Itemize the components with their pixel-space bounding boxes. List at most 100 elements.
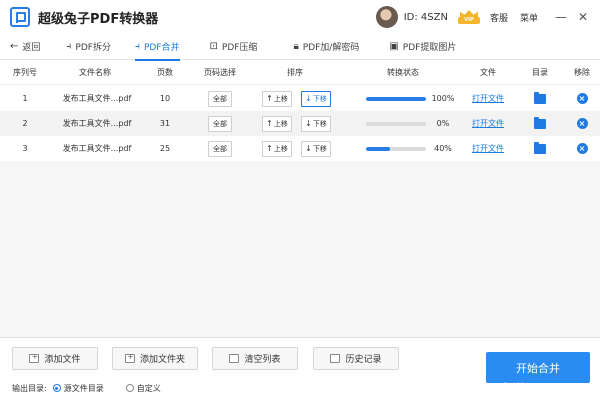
header-index: 序列号: [13, 68, 37, 77]
header-sort: 排序: [287, 68, 303, 77]
vip-badge[interactable]: VIP: [457, 10, 480, 24]
header-name: 文件名称: [79, 68, 111, 77]
file-list-empty-area: [0, 161, 600, 337]
open-file-link[interactable]: 打开文件: [472, 118, 504, 129]
clear-list-label: 清空列表: [244, 355, 281, 365]
move-down-label: 下移: [312, 119, 327, 128]
bottom-divider: [0, 337, 600, 338]
row-index: 3: [22, 144, 28, 153]
row-index: 1: [22, 94, 28, 103]
progress-label: 40%: [434, 144, 452, 153]
move-down-button[interactable]: ↓ 下移: [301, 90, 331, 107]
history-button[interactable]: 历史记录: [313, 347, 399, 370]
service-link[interactable]: 客服: [490, 11, 508, 24]
row-file-name: 发布工具文件...pdf: [62, 119, 132, 128]
folder-icon[interactable]: [534, 116, 546, 129]
progress-label: 0%: [436, 119, 450, 128]
title-bar: 超级兔子PDF转换器 ID: 4SZN VIP 客服 菜单 — ✕: [0, 0, 600, 34]
table-row: 1 发布工具文件...pdf 10 全部 ↑ 上移 ↓ 下移 100% 打开文件 ×: [0, 86, 600, 111]
table-header: 序列号 文件名称 页数 页码选择 排序 转换状态 文件 目录 移除: [0, 61, 600, 85]
menu-link[interactable]: 菜单: [520, 11, 538, 24]
tab-pdf-split[interactable]: ⫞ PDF拆分: [66, 34, 111, 60]
tab-label: PDF拆分: [75, 43, 111, 53]
page-select-all-button[interactable]: 全部: [208, 90, 232, 107]
add-file-button[interactable]: 添加文件: [12, 347, 98, 370]
app-title: 超级兔子PDF转换器: [38, 11, 159, 27]
header-page-select: 页码选择: [204, 68, 236, 77]
remove-cell: ×: [572, 111, 592, 136]
output-directory-row: 输出目录: 源文件目录 自定义: [12, 382, 161, 394]
arrow-down-icon: ↓: [305, 144, 312, 153]
user-id: ID: 4SZN: [403, 11, 448, 23]
page-select-cell: 全部: [203, 111, 237, 136]
radio-custom-dir[interactable]: [125, 384, 134, 392]
move-down-button[interactable]: ↓ 下移: [301, 140, 331, 157]
tab-pdf-encrypt[interactable]: 🔒︎ PDF加/解密码: [293, 34, 359, 60]
arrow-down-icon: ↓: [305, 119, 312, 128]
move-down-label: 下移: [312, 144, 327, 153]
remove-icon[interactable]: ×: [576, 118, 588, 129]
header-file: 文件: [480, 68, 496, 77]
row-pages: 25: [159, 144, 171, 153]
tab-label: PDF压缩: [221, 43, 258, 53]
clear-list-button[interactable]: 清空列表: [212, 347, 298, 370]
header-dir: 目录: [532, 68, 548, 77]
remove-cell: ×: [572, 136, 592, 161]
remove-icon[interactable]: ×: [576, 93, 588, 104]
merge-icon: ⫞: [134, 41, 140, 52]
radio-source-dir[interactable]: [52, 384, 61, 392]
folder-icon[interactable]: [534, 91, 546, 104]
split-icon: ⫞: [66, 41, 72, 52]
progress-bar: [366, 146, 426, 151]
move-up-button[interactable]: ↑ 上移: [262, 90, 292, 107]
move-up-button[interactable]: ↑ 上移: [262, 140, 292, 157]
tab-label: PDF合并: [143, 43, 180, 53]
dir-cell: [530, 111, 550, 136]
vip-label: VIP: [457, 17, 480, 24]
progress-bar: [366, 121, 426, 126]
row-pages: 10: [159, 94, 171, 103]
remove-icon[interactable]: ×: [576, 143, 588, 154]
lock-icon: 🔒︎: [293, 41, 299, 52]
compress-icon: ⊡: [209, 41, 218, 52]
move-down-label: 下移: [312, 94, 327, 103]
tab-pdf-compress[interactable]: ⊡ PDF压缩: [210, 34, 258, 60]
add-folder-button[interactable]: 添加文件夹: [112, 347, 198, 370]
progress-fill: [366, 96, 426, 101]
option-source-label[interactable]: 源文件目录: [64, 383, 104, 394]
open-file-link[interactable]: 打开文件: [472, 143, 504, 154]
arrow-down-icon: ↓: [305, 94, 312, 103]
folder-icon[interactable]: [534, 141, 546, 154]
progress-cell: [364, 111, 428, 136]
move-up-label: 上移: [273, 94, 288, 103]
move-down-cell: ↓ 下移: [298, 136, 334, 161]
open-file-cell: 打开文件: [468, 136, 508, 161]
arrow-left-icon: ←: [10, 41, 19, 52]
move-up-label: 上移: [273, 119, 288, 128]
minimize-button[interactable]: —: [550, 6, 572, 28]
row-file-name: 发布工具文件...pdf: [62, 94, 132, 103]
page-select-all-button[interactable]: 全部: [208, 140, 232, 157]
move-up-cell: ↑ 上移: [259, 136, 295, 161]
history-icon: [330, 354, 341, 363]
arrow-up-icon: ↑: [266, 119, 273, 128]
header-remove: 移除: [574, 68, 590, 77]
add-folder-icon: [124, 352, 135, 363]
progress-fill: [366, 146, 390, 151]
move-up-cell: ↑ 上移: [259, 86, 295, 111]
move-down-button[interactable]: ↓ 下移: [301, 115, 331, 132]
progress-label: 100%: [431, 94, 455, 103]
move-down-cell: ↓ 下移: [298, 111, 334, 136]
move-up-cell: ↑ 上移: [259, 111, 295, 136]
title-right: ID: 4SZN VIP 客服 菜单 — ✕: [375, 0, 600, 34]
user-avatar[interactable]: [375, 6, 398, 28]
back-button[interactable]: ← 返回: [10, 34, 40, 60]
option-custom-label[interactable]: 自定义: [137, 383, 161, 394]
tab-pdf-extract-images[interactable]: ▣ PDF提取图片: [389, 34, 456, 60]
tab-pdf-merge[interactable]: ⫞ PDF合并: [134, 34, 180, 61]
page-select-all-button[interactable]: 全部: [208, 115, 232, 132]
add-folder-label: 添加文件夹: [139, 355, 185, 365]
open-file-link[interactable]: 打开文件: [472, 93, 504, 104]
move-up-button[interactable]: ↑ 上移: [262, 115, 292, 132]
close-button[interactable]: ✕: [572, 6, 594, 28]
